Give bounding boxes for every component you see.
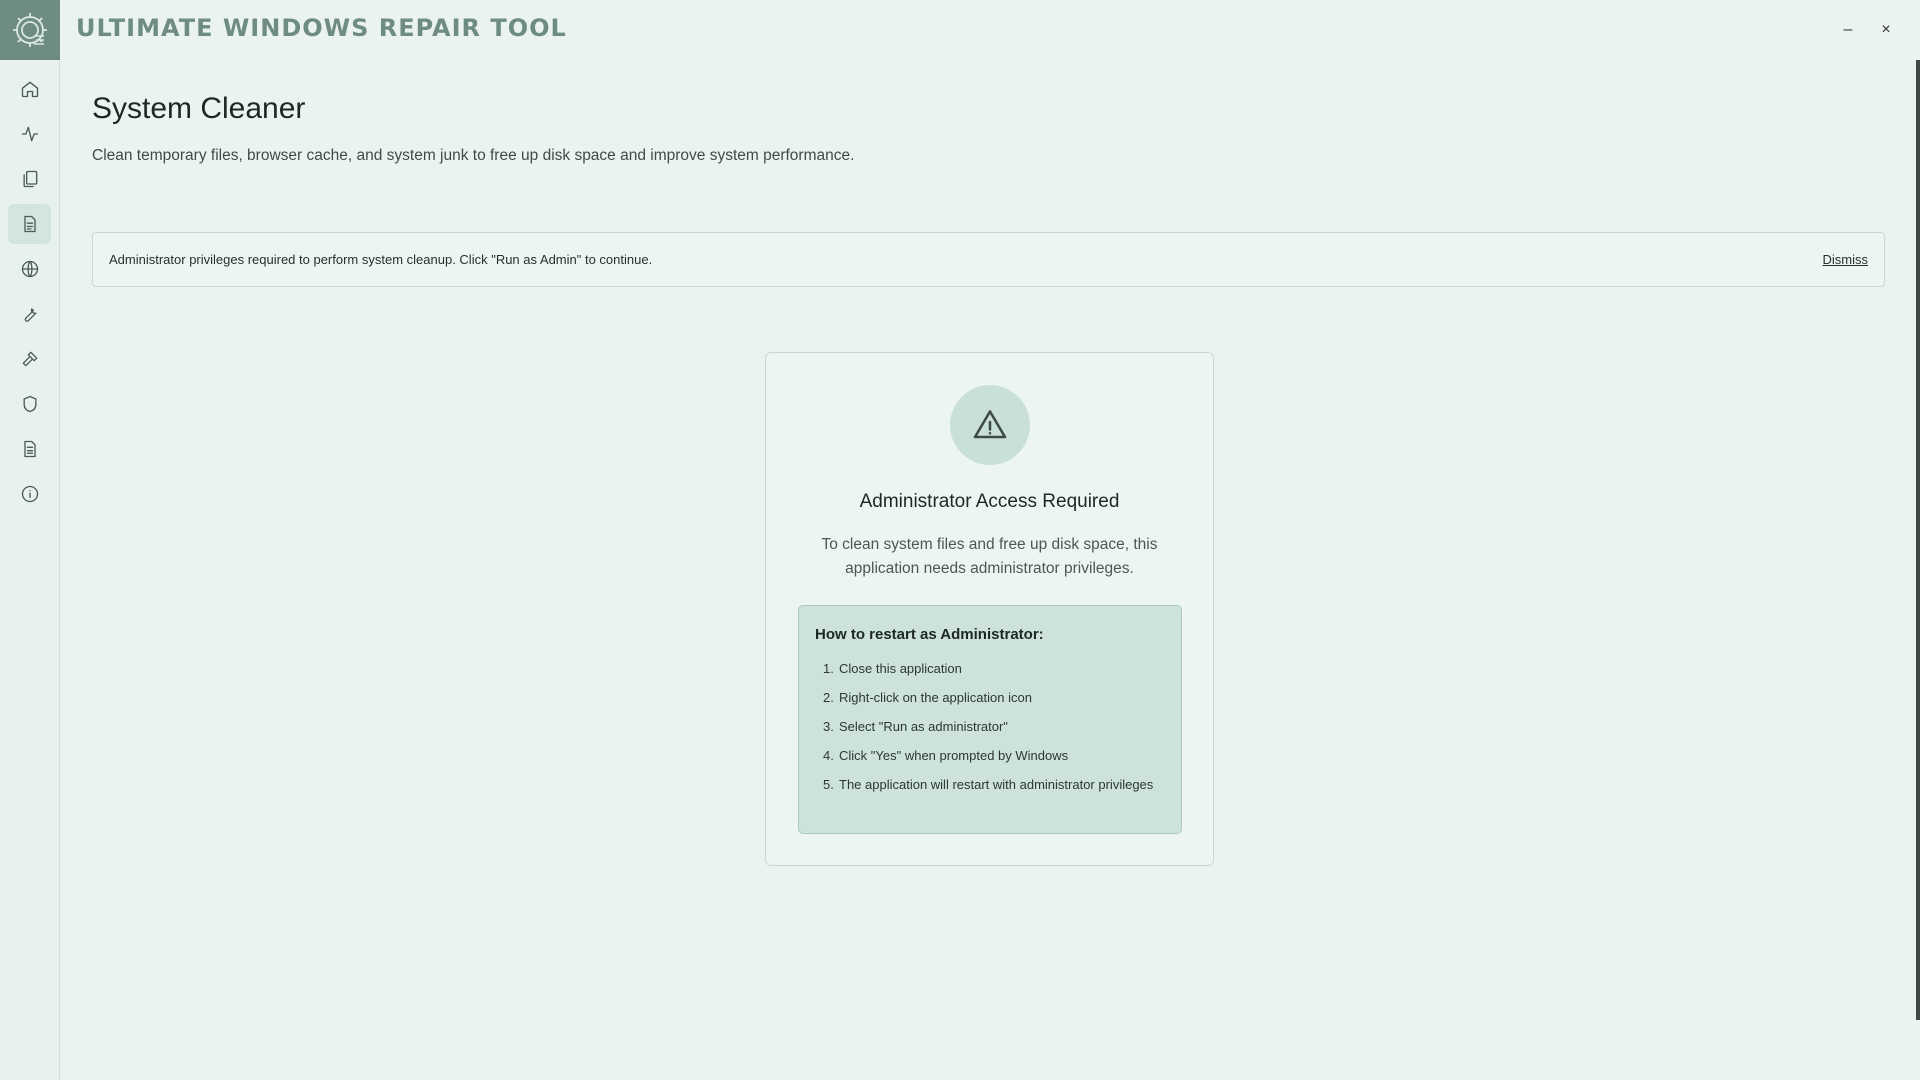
shield-icon bbox=[23, 395, 36, 413]
document-icon bbox=[23, 215, 36, 233]
step-text: Click "Yes" when prompted by Windows bbox=[839, 748, 1069, 763]
vertical-scrollbar[interactable] bbox=[1916, 60, 1920, 1020]
wrench-icon bbox=[24, 308, 36, 322]
file-text-icon bbox=[23, 440, 36, 458]
globe-icon bbox=[21, 260, 38, 278]
admin-required-card: Administrator Access Required To clean s… bbox=[765, 352, 1214, 866]
warning-badge bbox=[950, 385, 1030, 465]
sidebar-item-system-cleaner[interactable] bbox=[8, 204, 51, 244]
activity-icon bbox=[21, 126, 38, 142]
sidebar bbox=[0, 0, 60, 1080]
list-item: 3. Select "Run as administrator" bbox=[823, 716, 1163, 737]
page-title: System Cleaner bbox=[92, 92, 306, 125]
admin-alert-banner: Administrator privileges required to per… bbox=[92, 232, 1885, 287]
step-text: Close this application bbox=[839, 661, 962, 676]
sidebar-item-security[interactable] bbox=[8, 384, 51, 424]
list-item: 4. Click "Yes" when prompted by Windows bbox=[823, 745, 1163, 766]
sidebar-item-home[interactable] bbox=[8, 69, 51, 109]
minimize-button[interactable]: – bbox=[1834, 18, 1862, 42]
copy-icon bbox=[23, 170, 37, 188]
howto-title: How to restart as Administrator: bbox=[815, 626, 1044, 643]
app-title: ULTIMATE WINDOWS REPAIR TOOL bbox=[76, 14, 567, 42]
title-bar: ULTIMATE WINDOWS REPAIR TOOL – × bbox=[60, 0, 1920, 60]
sidebar-item-network[interactable] bbox=[8, 249, 51, 289]
card-description: To clean system files and free up disk s… bbox=[821, 536, 1158, 577]
step-text: Select "Run as administrator" bbox=[839, 719, 1008, 734]
page-subtitle: Clean temporary files, browser cache, an… bbox=[92, 147, 855, 164]
sidebar-item-tools[interactable] bbox=[8, 339, 51, 379]
sidebar-item-repair[interactable] bbox=[8, 294, 51, 334]
list-item: 2. Right-click on the application icon bbox=[823, 687, 1163, 708]
dismiss-link[interactable]: Dismiss bbox=[1823, 252, 1869, 267]
app-logo bbox=[0, 0, 60, 60]
howto-steps-list: 1. Close this application 2. Right-click o… bbox=[823, 658, 1163, 803]
warning-triangle-icon bbox=[973, 410, 1007, 439]
gear-icon bbox=[13, 13, 47, 47]
sidebar-item-logs[interactable] bbox=[8, 429, 51, 469]
close-button[interactable]: × bbox=[1872, 18, 1900, 42]
list-item: 5. The application will restart with admi… bbox=[823, 774, 1163, 795]
card-title: Administrator Access Required bbox=[859, 491, 1120, 512]
hammer-icon bbox=[22, 351, 37, 367]
step-text: The application will restart with admini… bbox=[839, 777, 1154, 792]
alert-text: Administrator privileges required to per… bbox=[109, 252, 653, 267]
sidebar-item-about[interactable] bbox=[8, 474, 51, 514]
list-item: 1. Close this application bbox=[823, 658, 1163, 679]
info-icon bbox=[21, 485, 38, 503]
howto-panel: How to restart as Administrator: 1. Close… bbox=[798, 605, 1182, 834]
step-text: Right-click on the application icon bbox=[839, 690, 1032, 705]
sidebar-item-files[interactable] bbox=[8, 159, 51, 199]
sidebar-item-performance[interactable] bbox=[8, 114, 51, 154]
home-icon bbox=[21, 81, 38, 98]
